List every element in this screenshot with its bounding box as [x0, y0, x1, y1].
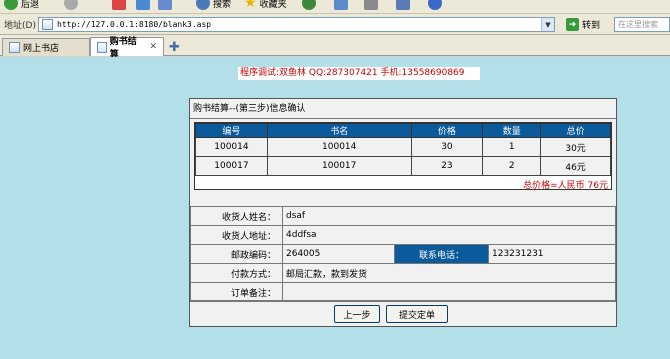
cell-quantity: 1 — [482, 137, 542, 157]
page-content: 程序调试:双鱼林 QQ:287307421 手机:13558690869 购书结… — [0, 57, 670, 359]
back-arrow-icon — [4, 0, 18, 10]
table-row: 100014 100014 30 1 30元 — [195, 137, 611, 157]
shipping-form: 收货人姓名： dsaf 收货人地址： 4ddfsa 邮政编码： 264005 联… — [190, 206, 616, 302]
column-header-quantity: 数量 — [482, 123, 542, 138]
form-row-name: 收货人姓名： dsaf — [190, 206, 616, 226]
phone-label: 联系电话： — [394, 244, 489, 264]
media-icon — [302, 0, 316, 10]
page-icon — [97, 41, 107, 53]
checkout-panel: 购书结算--(第三步)信息确认 编号 书名 价格 数量 总价 100014 10… — [189, 98, 617, 327]
cell-title: 100014 — [266, 137, 412, 157]
search-label: 搜索 — [213, 0, 232, 10]
search-icon — [196, 0, 210, 10]
close-icon[interactable]: ✕ — [149, 42, 157, 52]
cell-price: 23 — [410, 156, 484, 176]
browser-toolbar: 后退 搜索 ★ 收藏夹 — [0, 0, 670, 14]
forward-button[interactable] — [64, 0, 78, 13]
postcode-label: 邮政编码： — [190, 244, 283, 264]
url-input[interactable]: http://127.0.0.1:8180/blank3.asp ▼ — [38, 17, 555, 32]
home-button[interactable] — [158, 0, 172, 13]
stop-icon — [112, 0, 126, 10]
forward-arrow-icon — [64, 0, 78, 10]
address-bar: 地址(D) http://127.0.0.1:8180/blank3.asp ▼… — [0, 14, 670, 35]
mail-icon — [334, 0, 348, 10]
cell-id: 100014 — [195, 137, 268, 157]
new-tab-icon[interactable]: ✚ — [169, 40, 180, 55]
form-row-payment: 付款方式： 邮局汇款，款到发货 — [190, 263, 616, 283]
column-header-title: 书名 — [266, 123, 412, 138]
address-label: 收货人地址： — [190, 225, 283, 245]
payment-label: 付款方式： — [190, 263, 283, 283]
column-header-total: 总价 — [540, 123, 611, 138]
cell-quantity: 2 — [482, 156, 542, 176]
note-label: 订单备注： — [190, 282, 283, 302]
table-row: 100017 100017 23 2 46元 — [195, 156, 611, 176]
submit-order-button[interactable]: 提交定单 — [386, 305, 448, 323]
name-label: 收货人姓名： — [190, 206, 283, 226]
home-icon — [158, 0, 172, 10]
stop-button[interactable] — [112, 0, 126, 13]
cell-price: 30 — [410, 137, 484, 157]
form-row-note: 订单备注： — [190, 282, 616, 302]
column-header-id: 编号 — [195, 123, 268, 138]
go-button[interactable]: ➜ 转到 — [566, 17, 600, 32]
back-button[interactable]: 后退 — [4, 0, 39, 13]
url-text: http://127.0.0.1:8180/blank3.asp — [57, 20, 212, 29]
button-row: 上一步 提交定单 — [190, 300, 616, 326]
print-icon — [364, 0, 378, 10]
contact-info: 程序调试:双鱼林 QQ:287307421 手机:13558690869 — [238, 67, 480, 80]
chevron-down-icon[interactable]: ▼ — [541, 18, 554, 31]
column-header-price: 价格 — [410, 123, 484, 138]
edit-button[interactable] — [396, 0, 410, 13]
refresh-icon — [136, 0, 150, 10]
tab-label: 网上书店 — [23, 44, 60, 54]
form-row-address: 收货人地址： 4ddfsa — [190, 225, 616, 245]
search-button[interactable]: 搜索 — [196, 0, 231, 13]
tab-bookstore[interactable]: 网上书店 — [2, 38, 90, 56]
favorites-label: 收藏夹 — [259, 0, 287, 10]
mail-button[interactable] — [334, 0, 348, 13]
star-icon: ★ — [244, 0, 257, 11]
refresh-button[interactable] — [136, 0, 150, 13]
favorites-button[interactable]: ★ 收藏夹 — [244, 0, 287, 13]
postcode-value: 264005 — [282, 244, 395, 264]
order-table: 编号 书名 价格 数量 总价 100014 100014 30 1 30元 10… — [195, 123, 611, 176]
go-label: 转到 — [582, 21, 601, 31]
phone-value: 123231231 — [488, 244, 616, 264]
toolbar-search-input[interactable]: 在这里搜索 — [614, 17, 670, 32]
name-value: dsaf — [282, 206, 616, 226]
print-button[interactable] — [364, 0, 378, 13]
order-total: 总价格=人民币 76元 — [523, 181, 608, 191]
media-button[interactable] — [302, 0, 316, 13]
page-icon — [9, 42, 20, 53]
tab-checkout[interactable]: 购书结算 ✕ — [90, 37, 164, 60]
edit-icon — [396, 0, 410, 10]
cell-total: 30元 — [540, 137, 611, 157]
back-label: 后退 — [21, 0, 40, 10]
payment-value: 邮局汇款，款到发货 — [282, 263, 616, 283]
order-items-box: 编号 书名 价格 数量 总价 100014 100014 30 1 30元 10… — [194, 122, 612, 191]
go-arrow-icon: ➜ — [566, 18, 579, 31]
cell-title: 100017 — [266, 156, 412, 176]
messenger-button[interactable] — [428, 0, 442, 13]
tab-bar: 网上书店 购书结算 ✕ ✚ — [0, 35, 670, 60]
cell-total: 46元 — [540, 156, 611, 176]
address-label: 地址(D) — [4, 21, 36, 31]
messenger-icon — [428, 0, 442, 10]
cell-id: 100017 — [195, 156, 268, 176]
table-header-row: 编号 书名 价格 数量 总价 — [195, 123, 611, 138]
previous-step-button[interactable]: 上一步 — [334, 305, 380, 323]
page-title: 购书结算--(第三步)信息确认 — [190, 99, 616, 119]
page-icon — [42, 19, 53, 30]
form-row-postcode: 邮政编码： 264005 联系电话： 123231231 — [190, 244, 616, 264]
note-value — [282, 282, 616, 302]
address-value: 4ddfsa — [282, 225, 616, 245]
